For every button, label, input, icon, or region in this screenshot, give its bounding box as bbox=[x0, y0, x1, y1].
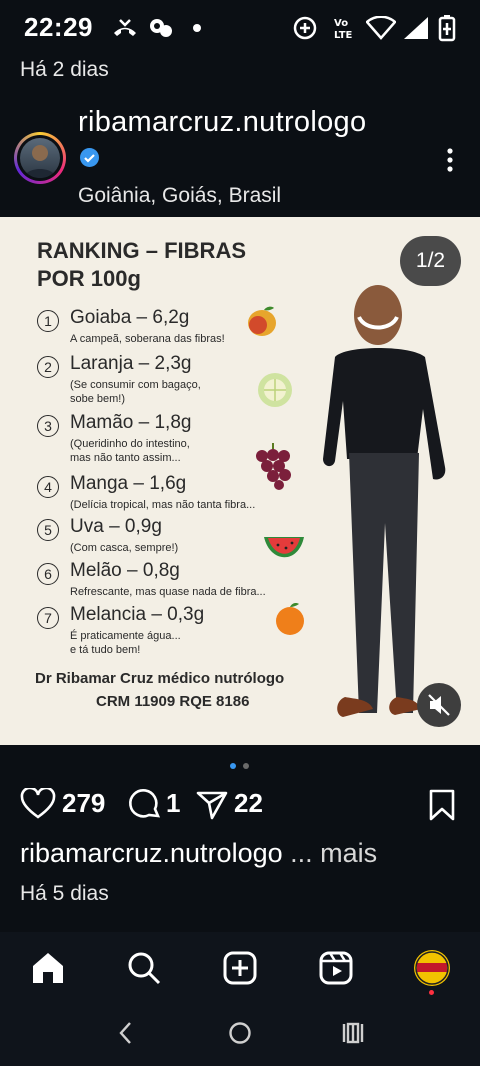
missed-call-icon bbox=[112, 14, 138, 42]
item-desc: (Com casca, sempre!) bbox=[70, 542, 179, 554]
item-desc: Refrescante, mas quase nada de fibra... bbox=[70, 586, 266, 598]
post-username[interactable]: ribamarcruz.nutrologo bbox=[78, 106, 366, 139]
item-name: Melancia – 0,3g bbox=[70, 604, 205, 625]
home-circle-icon[interactable] bbox=[228, 1021, 252, 1050]
item-number: 2 bbox=[37, 356, 59, 378]
verified-badge-icon bbox=[80, 148, 99, 167]
chat-notification-icon bbox=[148, 14, 174, 42]
item-desc: (Queridinho do intestino, mas não tanto a… bbox=[70, 438, 190, 464]
profile-notification-dot bbox=[429, 990, 434, 995]
share-icon[interactable] bbox=[196, 790, 228, 825]
search-icon[interactable] bbox=[126, 950, 162, 986]
avatar[interactable] bbox=[14, 132, 66, 184]
post-time-ago-top: Há 2 dias bbox=[20, 58, 109, 81]
item-desc: É praticamente água... e tá tudo bem! bbox=[70, 630, 181, 656]
notification-dot-icon bbox=[192, 14, 202, 42]
avatar-photo bbox=[20, 138, 60, 178]
item-name: Goiaba – 6,2g bbox=[70, 307, 190, 328]
profile-avatar[interactable] bbox=[414, 950, 450, 986]
item-name: Uva – 0,9g bbox=[70, 516, 162, 537]
item-number: 6 bbox=[37, 563, 59, 585]
battery-icon bbox=[438, 14, 456, 42]
item-number: 5 bbox=[37, 519, 59, 541]
item-number: 1 bbox=[37, 310, 59, 332]
post-time-ago: Há 5 dias bbox=[20, 882, 109, 905]
item-name: Laranja – 2,3g bbox=[70, 353, 192, 374]
svg-text:Vo: Vo bbox=[334, 18, 348, 29]
carousel-dot-active bbox=[230, 763, 236, 769]
save-bookmark-icon[interactable] bbox=[428, 789, 456, 826]
item-number: 4 bbox=[37, 476, 59, 498]
watermelon-icon bbox=[262, 531, 306, 570]
data-saver-icon bbox=[292, 14, 318, 42]
profile-logo-icon bbox=[415, 951, 449, 985]
back-icon[interactable] bbox=[116, 1020, 136, 1051]
grapes-icon bbox=[250, 442, 296, 497]
reels-icon[interactable] bbox=[318, 950, 354, 986]
item-name: Manga – 1,6g bbox=[70, 473, 187, 494]
svg-text:LTE: LTE bbox=[334, 30, 353, 41]
doctor-crm: CRM 11909 RQE 8186 bbox=[96, 693, 250, 710]
carousel-dot bbox=[243, 763, 249, 769]
guava-icon bbox=[244, 303, 280, 344]
item-desc: A campeã, soberana das fibras! bbox=[70, 333, 225, 345]
item-number: 7 bbox=[37, 607, 59, 629]
more-options-icon[interactable] bbox=[440, 146, 460, 176]
share-count[interactable]: 22 bbox=[234, 788, 263, 819]
orange-icon bbox=[274, 601, 306, 642]
item-number: 3 bbox=[37, 415, 59, 437]
doctor-photo bbox=[315, 277, 465, 722]
item-desc: (Se consumir com bagaço, sobe bem!) bbox=[70, 379, 201, 405]
wifi-icon bbox=[366, 14, 396, 42]
comment-icon[interactable] bbox=[128, 788, 162, 827]
item-desc: (Delícia tropical, mas não tanta fibra..… bbox=[70, 499, 256, 511]
home-icon[interactable] bbox=[30, 950, 66, 986]
item-name: Mamão – 1,8g bbox=[70, 412, 192, 433]
volte-icon: Vo LTE bbox=[332, 14, 358, 42]
like-count[interactable]: 279 bbox=[62, 788, 105, 819]
doctor-name: Dr Ribamar Cruz médico nutrólogo bbox=[35, 670, 285, 687]
caption-username[interactable]: ribamarcruz.nutrologo bbox=[20, 838, 283, 868]
comment-count[interactable]: 1 bbox=[166, 788, 180, 819]
status-time: 22:29 bbox=[24, 12, 93, 42]
carousel-page-indicator: 1/2 bbox=[400, 236, 461, 286]
speaker-muted-icon bbox=[428, 694, 450, 716]
mute-button[interactable] bbox=[417, 683, 461, 727]
melon-slice-icon bbox=[256, 371, 294, 414]
signal-icon bbox=[402, 14, 430, 42]
post-location[interactable]: Goiânia, Goiás, Brasil bbox=[78, 184, 281, 208]
item-name: Melão – 0,8g bbox=[70, 560, 180, 581]
create-post-icon[interactable] bbox=[222, 950, 258, 986]
post-image[interactable]: RANKING – FIBRAS POR 100g 1 Goiaba – 6,2… bbox=[0, 217, 480, 745]
caption-more-link[interactable]: ... mais bbox=[290, 838, 377, 868]
post-image-title: RANKING – FIBRAS POR 100g bbox=[37, 238, 247, 291]
post-caption[interactable]: ribamarcruz.nutrologo ... mais bbox=[20, 838, 377, 869]
like-icon[interactable] bbox=[20, 786, 56, 825]
recent-apps-icon[interactable] bbox=[340, 1021, 366, 1050]
